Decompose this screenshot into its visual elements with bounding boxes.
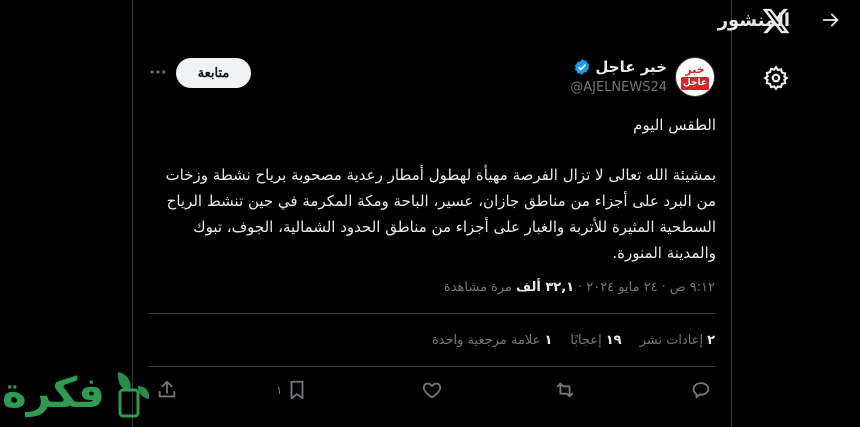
- tweet-body: بمشيئة الله تعالى لا تزال الفرصة مهيأة ل…: [165, 166, 716, 262]
- likes-count: ١٩: [605, 333, 622, 348]
- divider: [148, 366, 716, 367]
- heart-icon: [422, 382, 442, 399]
- divider: [148, 313, 716, 314]
- reply-icon: [692, 382, 710, 399]
- meta-separator: ·: [578, 280, 583, 295]
- more-options-icon[interactable]: [148, 62, 168, 82]
- author-name[interactable]: خبر عاجل: [595, 58, 667, 76]
- repost-button[interactable]: [554, 376, 576, 404]
- bookmark-count: ١: [276, 383, 283, 397]
- tweet-stats: ٢إعادات نشر ١٩إعجابًا ١علامة مرجعية واحد…: [432, 333, 715, 348]
- tweet-time[interactable]: ٩:١٢ ص: [670, 280, 715, 295]
- repost-icon: [556, 382, 574, 398]
- like-button[interactable]: [421, 376, 443, 404]
- page-title: المنشور: [717, 9, 790, 31]
- bookmarks-count: ١: [544, 333, 553, 348]
- share-icon: [158, 380, 176, 398]
- side-nav: [733, 0, 860, 427]
- post-header: المنشور: [718, 6, 842, 34]
- bookmark-icon: [291, 380, 304, 400]
- views-label: مرة مشاهدة: [443, 280, 512, 295]
- reposts-count: ٢: [707, 333, 715, 348]
- reposts-label: إعادات نشر: [639, 333, 704, 348]
- bookmark-button[interactable]: ١: [276, 376, 308, 404]
- reply-button[interactable]: [690, 376, 712, 404]
- avatar-logo-bottom: عاجل: [681, 77, 709, 90]
- meta-separator: ·: [661, 280, 666, 295]
- author-handle[interactable]: @AJELNEWS24: [570, 80, 667, 95]
- tweet-date[interactable]: ٢٤ مايو ٢٠٢٤: [586, 280, 657, 295]
- likes-label: إعجابًا: [570, 333, 602, 348]
- reposts-stat[interactable]: ٢إعادات نشر: [640, 333, 715, 348]
- views-count: ٣٢,١ ألف: [515, 280, 575, 295]
- bookmarks-label: علامة مرجعية واحدة: [431, 333, 541, 348]
- tweet-actions: ١: [148, 376, 716, 404]
- watermark-text: فكرة: [2, 368, 105, 417]
- gear-icon[interactable]: [763, 65, 789, 91]
- likes-stat[interactable]: ١٩إعجابًا: [570, 333, 621, 348]
- avatar[interactable]: خبر عاجل: [675, 57, 715, 97]
- follow-button[interactable]: متابعة: [176, 58, 251, 88]
- author-name-row[interactable]: خبر عاجل: [573, 58, 667, 76]
- bookmarks-stat[interactable]: ١علامة مرجعية واحدة: [432, 333, 553, 348]
- avatar-logo-top: خبر: [685, 63, 705, 76]
- share-button[interactable]: [156, 376, 178, 404]
- back-arrow-icon[interactable]: [820, 9, 842, 31]
- tweet-meta: ٩:١٢ ص · ٢٤ مايو ٢٠٢٤ · ٣٢,١ ألف مرة مشا…: [444, 280, 715, 295]
- verified-badge-icon: [575, 59, 590, 75]
- tweet-title: الطقس اليوم: [633, 116, 716, 134]
